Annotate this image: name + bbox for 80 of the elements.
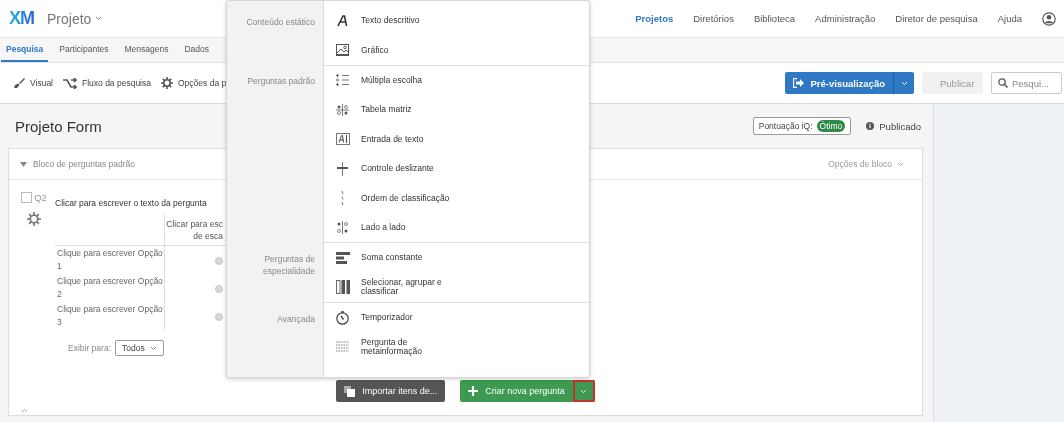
menu-item[interactable]: Tabela matriz bbox=[324, 95, 589, 125]
split-grid-icon bbox=[336, 220, 349, 234]
radio-button[interactable] bbox=[215, 257, 223, 265]
display-dropdown[interactable]: Todos bbox=[115, 340, 164, 356]
dropdown-button[interactable] bbox=[893, 72, 914, 94]
menu-item[interactable]: Controle deslizante bbox=[324, 153, 589, 184]
toolbar-button[interactable]: Fluxo da pesquisa bbox=[63, 77, 151, 89]
user-icon[interactable] bbox=[1042, 11, 1056, 26]
chevron-icon[interactable] bbox=[21, 408, 28, 413]
menu-item[interactable]: Ordem de classificação bbox=[324, 183, 589, 213]
radio-button[interactable] bbox=[215, 285, 223, 293]
nav-link[interactable]: Biblioteca bbox=[753, 13, 796, 24]
menu-item[interactable]: Múltipla escolha bbox=[324, 65, 589, 96]
slider-icon bbox=[337, 161, 348, 176]
dropdown-button[interactable] bbox=[572, 380, 595, 402]
chevron-icon bbox=[900, 80, 908, 86]
text-box-icon bbox=[335, 133, 350, 146]
menu-item[interactable]: Selecionar, agrupar e classificar bbox=[324, 272, 589, 302]
checkbox[interactable] bbox=[21, 192, 33, 203]
nav-link[interactable]: Diretórios bbox=[693, 13, 734, 24]
search-icon bbox=[998, 78, 1008, 88]
preview-button[interactable]: Pré-visualização bbox=[784, 72, 893, 94]
stopwatch-icon bbox=[336, 310, 349, 325]
block-toggle[interactable]: Bloco de perguntas padrão bbox=[20, 159, 136, 169]
section-label: Conteúdo estático bbox=[245, 16, 316, 29]
brush-icon bbox=[13, 77, 25, 89]
bars-icon bbox=[335, 251, 350, 264]
iq-score-button[interactable]: Pontuação iQ: Ótimo bbox=[752, 117, 852, 135]
columns-icon bbox=[335, 280, 350, 295]
score-badge: Ótimo bbox=[816, 120, 846, 132]
plus-icon bbox=[468, 386, 479, 396]
toolbar-button[interactable]: Visual bbox=[13, 77, 53, 89]
menu-item[interactable]: Gráfico bbox=[324, 35, 589, 65]
display-label: Exibir para: bbox=[68, 343, 111, 353]
list-icon bbox=[336, 74, 349, 87]
radio-button[interactable] bbox=[215, 313, 223, 321]
section-label: Perguntas padrão bbox=[246, 75, 316, 88]
row-label[interactable]: Clique para escrever Opção 3 bbox=[55, 302, 165, 330]
project-menu[interactable]: Projeto bbox=[47, 10, 103, 27]
info-icon bbox=[866, 122, 875, 130]
import-button[interactable]: Importar itens de... bbox=[336, 380, 446, 402]
project-title: Projeto Form bbox=[15, 117, 102, 135]
chevron-icon bbox=[149, 345, 157, 351]
menu-item[interactable]: Texto descritivo bbox=[324, 6, 589, 36]
search-field[interactable]: Pesqui... bbox=[991, 72, 1062, 94]
gear-icon[interactable] bbox=[27, 212, 41, 226]
tab[interactable]: Participantes bbox=[54, 38, 114, 62]
nav-link[interactable]: Diretor de pesquisa bbox=[895, 13, 978, 24]
row-label[interactable]: Clique para escrever Opção 2 bbox=[55, 274, 165, 302]
menu-item[interactable]: Lado a lado bbox=[324, 212, 589, 243]
create-question-button[interactable]: Criar nova pergunta bbox=[460, 380, 573, 402]
status-label: Publicado bbox=[879, 120, 921, 132]
tab[interactable]: Mensagens bbox=[119, 38, 174, 62]
letter-icon bbox=[336, 14, 349, 27]
question-number: Q2 bbox=[34, 192, 47, 203]
binary-icon bbox=[336, 341, 349, 353]
menu-item[interactable]: Temporizador bbox=[324, 302, 589, 333]
nav-link[interactable]: Projetos bbox=[635, 13, 674, 24]
menu-item[interactable]: Pergunta de metainformação bbox=[324, 332, 589, 362]
section-label: Perguntas de especialidade bbox=[262, 253, 316, 278]
image-icon bbox=[336, 44, 349, 57]
row-label[interactable]: Clique para escrever Opção 1 bbox=[55, 245, 165, 274]
nav-link[interactable]: Administração bbox=[815, 13, 876, 24]
toolbar-button[interactable]: Opções da p bbox=[161, 77, 227, 89]
menu-item[interactable]: Soma constante bbox=[324, 243, 589, 273]
chevron-icon bbox=[897, 161, 904, 167]
copy-icon bbox=[344, 385, 356, 397]
shuffle-icon bbox=[63, 77, 77, 89]
chevron-icon bbox=[95, 16, 103, 21]
nav-link[interactable]: Ajuda bbox=[997, 13, 1022, 24]
grid-icon bbox=[336, 103, 349, 116]
caret-icon bbox=[20, 161, 27, 167]
tab[interactable]: Dados bbox=[179, 38, 214, 62]
gear-icon bbox=[161, 77, 173, 89]
dots-icon bbox=[340, 191, 345, 206]
exit-icon bbox=[792, 78, 804, 88]
section-label: Avançada bbox=[276, 313, 316, 326]
menu-item[interactable]: Entrada de texto bbox=[324, 124, 589, 154]
chevron-icon bbox=[580, 388, 588, 394]
question-text[interactable]: Clicar para escrever o texto da pergunta bbox=[55, 198, 207, 208]
